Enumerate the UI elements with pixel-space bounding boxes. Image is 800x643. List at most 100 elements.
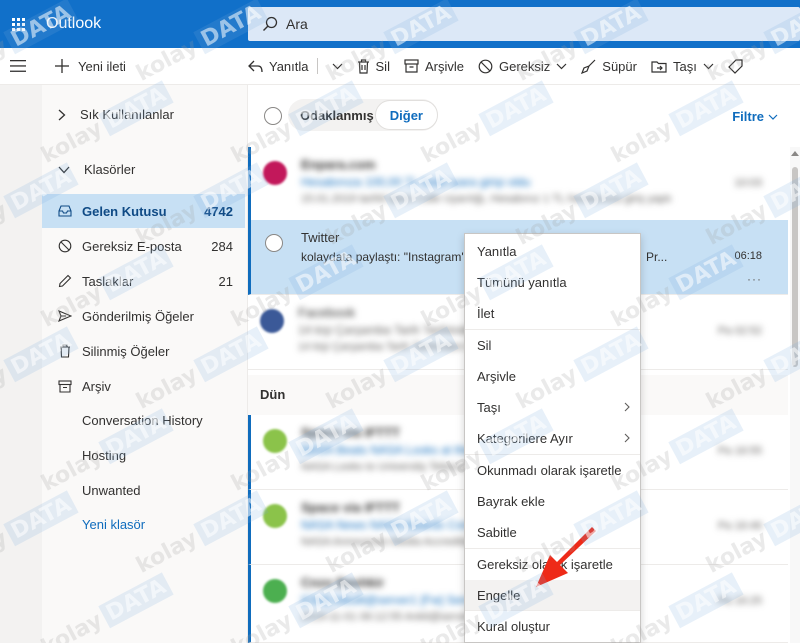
- sweep-button[interactable]: Süpür: [581, 59, 637, 74]
- avatar: [263, 161, 287, 185]
- more-options-icon[interactable]: ···: [747, 272, 762, 286]
- select-all-checkbox[interactable]: [264, 107, 282, 125]
- sidebar-item-label: Conversation History: [82, 412, 203, 428]
- folder-move-icon: [651, 60, 667, 73]
- menu-item-reply-all[interactable]: Tümünü yanıtla: [465, 267, 640, 297]
- message-preview: 15.01.2019 tarihli işlem Cafe Uyarılığı,…: [301, 193, 672, 205]
- sweep-label: Süpür: [602, 58, 637, 74]
- sidebar-item-label: Arşiv: [82, 378, 111, 394]
- tab-other[interactable]: Diğer: [374, 100, 438, 130]
- scrollbar-thumb[interactable]: [792, 167, 798, 367]
- sidebar-item-label: Gönderilmiş Öğeler: [82, 308, 194, 324]
- sidebar-item-conversation-history[interactable]: Conversation History: [42, 403, 245, 437]
- sidebar-item-label: Gereksiz E-posta: [82, 238, 182, 254]
- block-icon: [58, 239, 72, 253]
- app-title[interactable]: Outlook: [46, 15, 246, 33]
- message-time: Pa 16:25: [717, 595, 762, 607]
- message-sender: Facebook: [298, 305, 356, 320]
- junk-button[interactable]: Gereksiz: [478, 59, 567, 74]
- menu-item-label: Yanıtla: [477, 243, 517, 259]
- avatar: [263, 429, 287, 453]
- delete-label: Sil: [375, 58, 390, 74]
- chevron-down-icon[interactable]: [556, 63, 567, 70]
- message-select-checkbox[interactable]: [265, 234, 283, 252]
- message-row[interactable]: Enpara.com Hesabınıza 100,00 TL tutarı p…: [248, 147, 788, 222]
- new-folder-link[interactable]: Yeni klasör: [42, 507, 245, 541]
- folders-header[interactable]: Klasörler: [58, 162, 135, 177]
- sidebar-item-drafts[interactable]: Taslaklar 21: [42, 264, 245, 298]
- menu-item-flag[interactable]: Bayrak ekle: [465, 486, 640, 516]
- folder-pane: Sık Kullanılanlar Klasörler Gelen Kutusu…: [0, 85, 248, 643]
- unread-count: 21: [218, 273, 233, 289]
- favorites-label: Sık Kullanılanlar: [80, 107, 174, 122]
- move-button[interactable]: Taşı: [651, 59, 714, 74]
- send-icon: [58, 309, 72, 323]
- sidebar-item-hosting[interactable]: Hosting: [42, 438, 245, 472]
- chevron-right-icon: [624, 402, 630, 412]
- junk-label: Gereksiz: [498, 58, 551, 74]
- inbox-icon: [58, 204, 72, 218]
- message-subject-tail: Pr...: [646, 250, 668, 264]
- new-message-button[interactable]: Yeni ileti: [54, 58, 248, 74]
- move-label: Taşı: [672, 58, 697, 74]
- sidebar-item-junk[interactable]: Gereksiz E-posta 284: [42, 229, 245, 263]
- sidebar-item-label: Gelen Kutusu: [82, 203, 167, 219]
- filter-button[interactable]: Filtre: [732, 109, 778, 124]
- menu-item-archive[interactable]: Arşivle: [465, 361, 640, 391]
- menu-item-mark-unread[interactable]: Okunmadı olarak işaretle: [465, 455, 640, 485]
- filter-label: Filtre: [732, 109, 764, 124]
- menu-item-label: Engelle: [477, 587, 521, 603]
- menu-item-move[interactable]: Taşı: [465, 392, 640, 422]
- scroll-up-icon[interactable]: [791, 151, 799, 156]
- chevron-down-icon: [768, 114, 778, 120]
- tag-icon: [727, 58, 743, 74]
- sidebar-item-deleted[interactable]: Silinmiş Öğeler: [42, 334, 245, 368]
- date-group-header: Dün: [260, 387, 286, 402]
- message-sender: Space via IFTTT: [301, 425, 400, 440]
- message-subject: kolaydata paylaştı: "Instagram'da: [301, 250, 477, 264]
- menu-item-label: Kural oluştur: [477, 618, 550, 634]
- chevron-down-icon[interactable]: [703, 63, 714, 70]
- avatar: [263, 504, 287, 528]
- archive-button[interactable]: Arşivle: [404, 59, 464, 74]
- sidebar-item-unwanted[interactable]: Unwanted: [42, 473, 245, 507]
- message-time: 06:18: [734, 250, 762, 262]
- search-box[interactable]: Ara: [248, 7, 800, 41]
- app-launcher-icon[interactable]: [0, 0, 36, 48]
- chevron-down-icon[interactable]: [332, 63, 343, 70]
- menu-item-label: Taşı: [477, 399, 501, 415]
- menu-item-label: Tümünü yanıtla: [477, 274, 567, 290]
- menu-item-label: Sabitle: [477, 524, 517, 540]
- favorites-header[interactable]: Sık Kullanılanlar: [58, 107, 174, 122]
- chevron-right-icon: [58, 109, 66, 120]
- menu-item-forward[interactable]: İlet: [465, 298, 640, 328]
- avatar: [260, 309, 284, 333]
- reply-button[interactable]: Yanıtla: [248, 58, 343, 74]
- tab-focused[interactable]: Odaklanmış: [288, 108, 375, 123]
- menu-item-label: Arşivle: [477, 368, 517, 384]
- menu-item-categorize[interactable]: Kategorilere Ayır: [465, 423, 640, 453]
- menu-toggle-icon[interactable]: [0, 48, 36, 85]
- sidebar-item-sent[interactable]: Gönderilmiş Öğeler: [42, 299, 245, 333]
- delete-button[interactable]: Sil: [357, 59, 390, 74]
- tag-button[interactable]: [727, 58, 749, 74]
- message-sender: Space via IFTTT: [301, 500, 400, 515]
- archive-icon: [404, 59, 419, 73]
- sidebar-item-archive[interactable]: Arşiv: [42, 369, 245, 403]
- message-sender: Twitter: [301, 230, 340, 245]
- search-input[interactable]: Ara: [286, 16, 308, 32]
- menu-item-create-rule[interactable]: Kural oluştur: [465, 611, 640, 641]
- menu-item-label: İlet: [477, 305, 495, 321]
- sidebar-item-label: Hosting: [82, 447, 127, 463]
- nav-strip: [0, 85, 42, 643]
- message-sender: Cnzo Bashkir: [301, 575, 385, 590]
- menu-item-reply[interactable]: Yanıtla: [465, 236, 640, 266]
- menu-item-label: Okunmadı olarak işaretle: [477, 462, 622, 478]
- menu-item-delete[interactable]: Sil: [465, 330, 640, 360]
- message-sender: Enpara.com: [301, 157, 376, 172]
- list-scrollbar[interactable]: [790, 147, 800, 643]
- sidebar-item-label: Taslaklar: [82, 273, 134, 289]
- sidebar-item-inbox[interactable]: Gelen Kutusu 4742: [42, 194, 245, 228]
- unread-count: 284: [211, 238, 233, 254]
- chevron-down-icon: [58, 166, 70, 173]
